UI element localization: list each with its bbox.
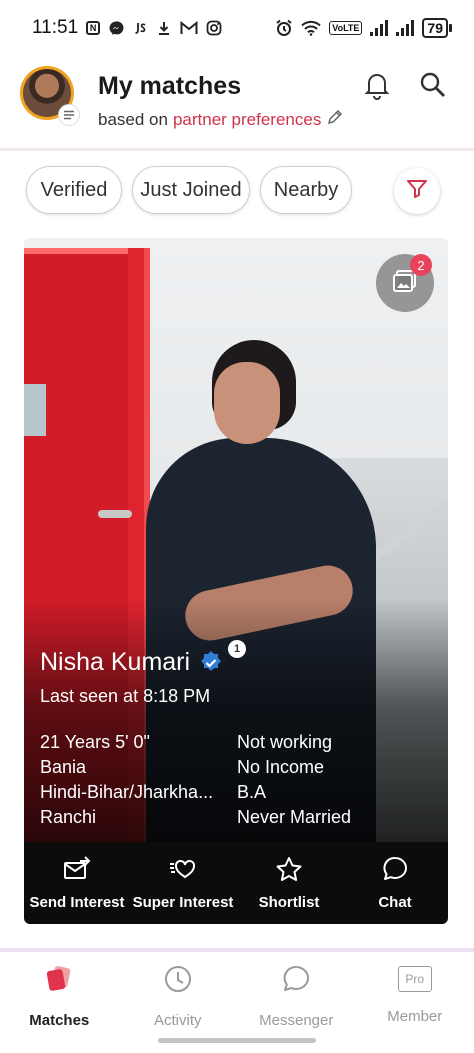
battery-level: 79 xyxy=(422,18,448,38)
shortlist-button[interactable]: Shortlist xyxy=(236,842,342,924)
profile-details: 21 Years 5' 0" Not working Bania No Inco… xyxy=(40,732,440,828)
detail-city: Ranchi xyxy=(40,807,97,827)
send-interest-icon xyxy=(63,855,91,886)
messenger-icon xyxy=(108,20,124,36)
status-time: 11:51 xyxy=(32,17,79,38)
home-indicator[interactable] xyxy=(158,1038,316,1043)
send-interest-label: Send Interest xyxy=(29,893,125,911)
matches-icon xyxy=(44,964,74,998)
star-icon xyxy=(275,856,303,886)
instagram-icon xyxy=(206,20,222,36)
funnel-icon xyxy=(406,178,428,205)
filter-button[interactable] xyxy=(394,168,440,214)
search-icon[interactable] xyxy=(418,70,448,100)
volte-icon: VoLTE xyxy=(329,21,363,35)
status-left: 11:51 N xyxy=(32,17,222,39)
detail-caste: Bania xyxy=(40,757,87,777)
status-right: VoLTE 79 xyxy=(275,18,452,38)
profile-name-row: Nisha Kumari xyxy=(40,648,224,677)
profile-card[interactable]: 2 Nisha Kumari 1 Last seen at 8:18 PM 21… xyxy=(24,238,448,924)
verified-count-badge: 1 xyxy=(228,640,246,658)
partner-preferences-link[interactable]: partner preferences xyxy=(173,110,321,130)
nav-activity-label: Activity xyxy=(153,1012,202,1029)
send-interest-button[interactable]: Send Interest xyxy=(24,842,130,924)
nav-matches[interactable]: Matches xyxy=(0,956,119,1036)
header: My matches based on partner preferences xyxy=(0,60,474,151)
signal-icon xyxy=(396,20,415,36)
detail-marital-status: Never Married xyxy=(237,807,352,827)
messenger-bubble-icon xyxy=(281,964,311,998)
nav-messenger[interactable]: Messenger xyxy=(237,956,356,1036)
nav-matches-label: Matches xyxy=(29,1012,90,1029)
action-bar: Send Interest Super Interest Shortlist C… xyxy=(24,842,448,924)
menu-icon[interactable] xyxy=(58,104,80,126)
header-divider xyxy=(0,148,474,151)
status-bar: 11:51 N VoLTE 79 xyxy=(0,0,474,56)
last-seen: Last seen at 8:18 PM xyxy=(40,686,211,706)
download-icon xyxy=(156,20,172,36)
page-title: My matches xyxy=(98,72,242,100)
nav-member[interactable]: Pro Member xyxy=(356,956,474,1036)
shortlist-label: Shortlist xyxy=(258,893,320,911)
profile-name: Nisha Kumari xyxy=(40,648,191,676)
page-subtitle: based on partner preferences xyxy=(98,108,344,131)
chip-verified[interactable]: Verified xyxy=(26,166,122,214)
nav-member-label: Member xyxy=(387,1008,443,1025)
nav-messenger-label: Messenger xyxy=(259,1012,334,1029)
super-interest-label: Super Interest xyxy=(132,893,234,911)
detail-income: No Income xyxy=(237,757,325,777)
pencil-icon[interactable] xyxy=(326,108,344,131)
filter-bar: Verified Just Joined Nearby xyxy=(0,166,474,216)
detail-occupation: Not working xyxy=(237,732,333,752)
subtitle-prefix: based on xyxy=(98,109,168,129)
alarm-icon xyxy=(275,19,293,37)
detail-age-height: 21 Years 5' 0" xyxy=(40,732,150,752)
js-icon xyxy=(132,20,148,36)
bottom-divider xyxy=(0,948,474,952)
pro-icon: Pro xyxy=(397,966,432,992)
chat-label: Chat xyxy=(378,893,412,911)
photo-count-badge: 2 xyxy=(410,254,432,276)
wifi-icon xyxy=(301,20,321,36)
nfc-icon: N xyxy=(86,21,101,35)
detail-education: B.A xyxy=(237,782,267,802)
verified-badge-icon xyxy=(198,650,224,676)
chat-button[interactable]: Chat xyxy=(342,842,448,924)
nav-activity[interactable]: Activity xyxy=(119,956,238,1036)
bottom-nav: Matches Activity Messenger Pro Member xyxy=(0,956,474,1036)
clock-icon xyxy=(163,964,193,998)
screen: 11:51 N VoLTE 79 My matches based on par… xyxy=(0,0,474,1053)
bell-icon[interactable] xyxy=(364,70,390,100)
chat-bubble-icon xyxy=(381,856,409,886)
signal-icon xyxy=(370,20,389,36)
chip-nearby[interactable]: Nearby xyxy=(260,166,352,214)
detail-language: Hindi-Bihar/Jharkha... xyxy=(40,782,214,802)
battery-icon: 79 xyxy=(422,18,452,38)
super-interest-button[interactable]: Super Interest xyxy=(130,842,236,924)
super-interest-icon xyxy=(169,856,197,886)
chip-just-joined[interactable]: Just Joined xyxy=(132,166,250,214)
gmail-icon xyxy=(180,21,198,35)
